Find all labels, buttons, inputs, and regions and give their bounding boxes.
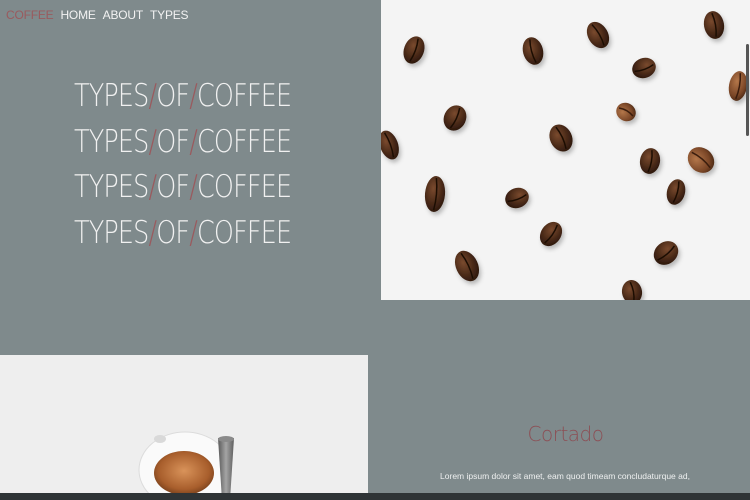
hero-headline: TYPES/OF/COFFEE TYPES/OF/COFFEE TYPES/OF… [74,74,374,256]
section-title: Cortado [527,422,604,446]
hero-line: TYPES/OF/COFFEE [74,165,320,211]
scrollbar-thumb[interactable] [746,44,749,136]
espresso-cup-illustration [138,431,234,500]
hero-word: COFFEE [196,78,292,114]
bottom-edge-bar [0,493,750,500]
hero-word: OF [156,214,190,251]
nav-link-about[interactable]: ABOUT [103,8,144,22]
top-nav: COFFEE HOME ABOUT TYPES [6,8,189,22]
hero-slash: / [189,123,198,160]
hero-word: OF [156,123,190,160]
hero-slash: / [189,214,198,251]
hero-line: TYPES/OF/COFFEE [74,120,320,166]
section-body-text: Lorem ipsum dolor sit amet, eam quod tim… [440,471,690,481]
hero-word: TYPES [74,169,149,205]
coffee-beans-illustration [381,11,748,300]
hero-word: COFFEE [196,123,292,160]
hero-word: TYPES [74,123,149,160]
hero-word: TYPES [74,214,149,251]
hero-line: TYPES/OF/COFFEE [74,74,320,120]
brand-link[interactable]: COFFEE [6,8,54,22]
hero-slash: / [189,78,198,114]
hero-word: COFFEE [196,214,292,251]
hero-word: COFFEE [196,169,292,205]
hero-word: TYPES [74,78,149,114]
hero-word: OF [156,78,190,114]
hero-slash: / [189,169,198,205]
nav-link-home[interactable]: HOME [60,8,95,22]
hero-line: TYPES/OF/COFFEE [74,211,320,257]
nav-link-types[interactable]: TYPES [150,8,189,22]
hero-word: OF [156,169,190,205]
coffee-beans-image [381,0,750,300]
espresso-cup-image [0,355,368,500]
